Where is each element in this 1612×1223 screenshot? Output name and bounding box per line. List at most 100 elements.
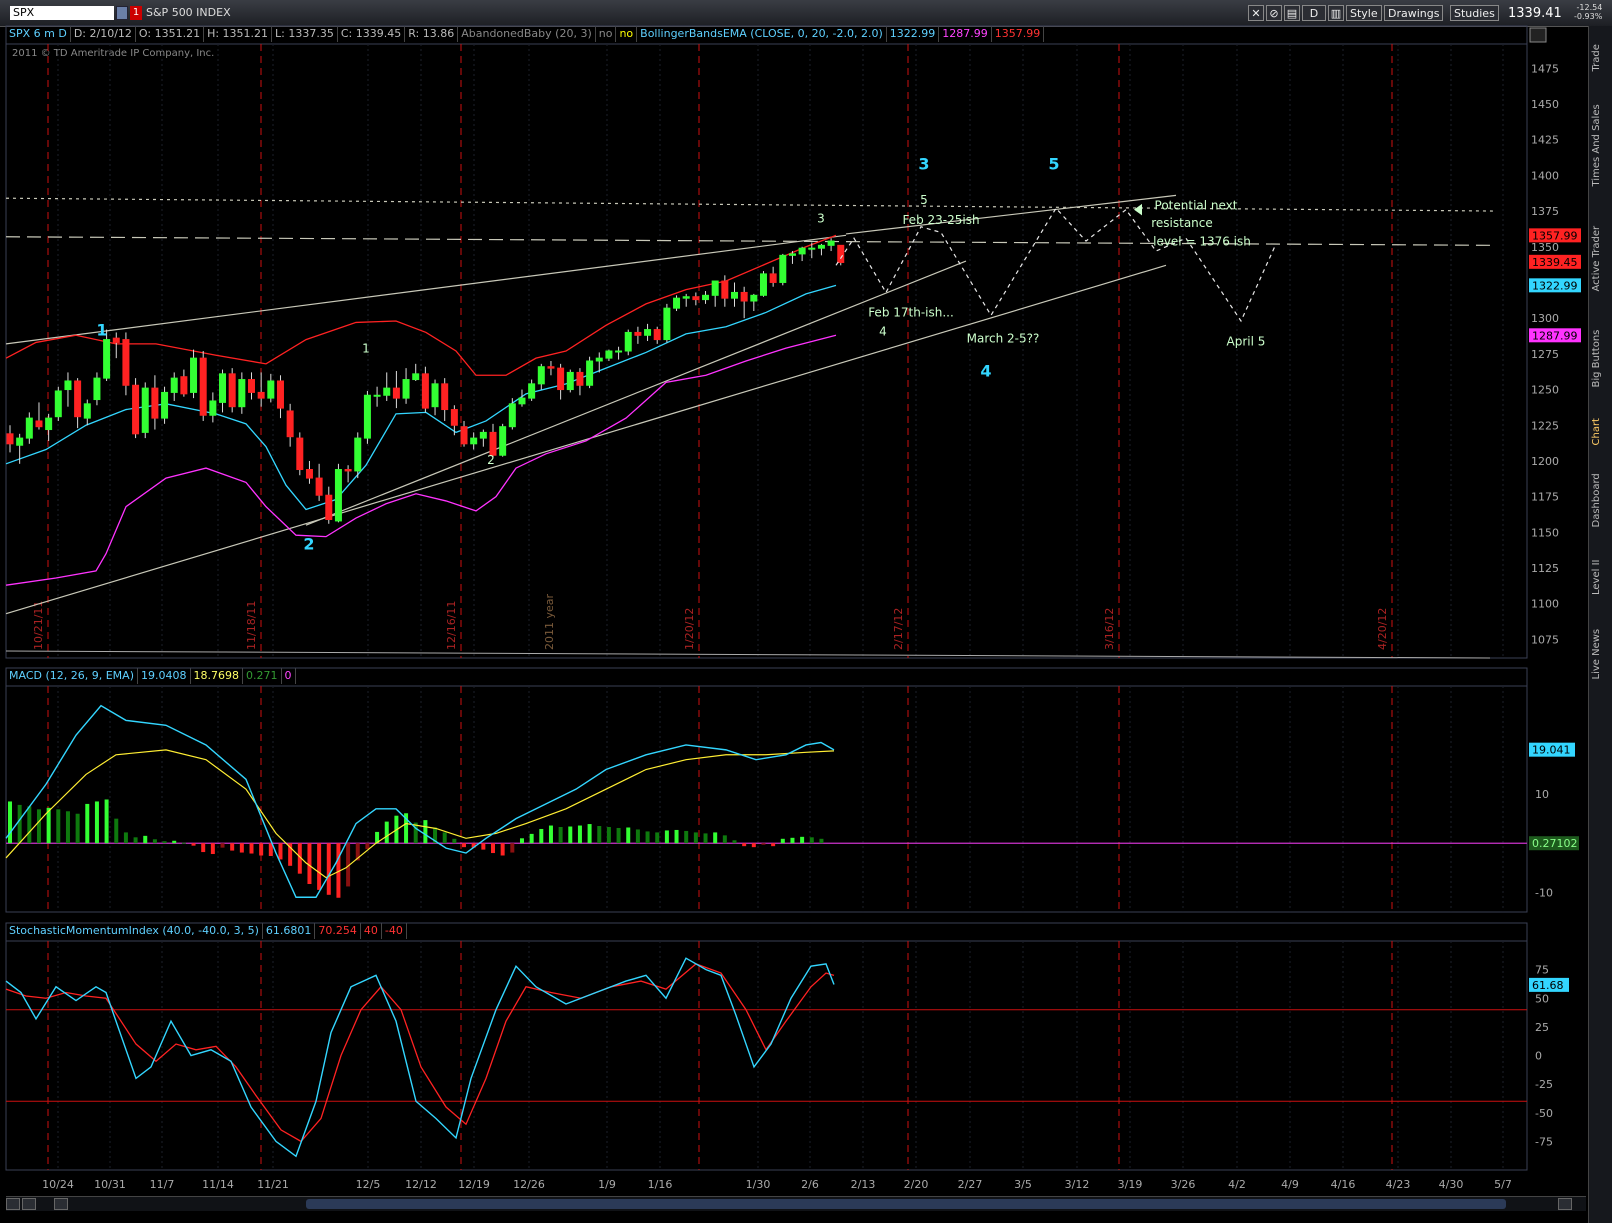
- smi-tick-label: -25: [1535, 1078, 1553, 1091]
- candle-body: [798, 247, 806, 255]
- macd-histogram-bar: [172, 840, 177, 844]
- date-tick-label: 4/9: [1281, 1178, 1299, 1191]
- candle-body: [112, 337, 120, 343]
- price-label-text: 1357.99: [1532, 229, 1578, 242]
- candle-body: [209, 400, 217, 416]
- trendline: [5, 236, 1497, 246]
- candle: [354, 432, 362, 479]
- candle: [228, 368, 236, 413]
- sidebar-tab-level-ii[interactable]: Level II: [1591, 543, 1611, 611]
- candle-body: [518, 397, 526, 405]
- candle-body: [315, 477, 323, 496]
- candle: [373, 386, 381, 407]
- macd-histogram-bar: [568, 826, 573, 844]
- candle-body: [141, 387, 149, 433]
- sidebar-tab-live-news[interactable]: Live News: [1591, 617, 1611, 692]
- date-tick-label: 12/5: [356, 1178, 381, 1191]
- month-marker-label: 12/16/11: [445, 601, 458, 650]
- scrollbar-thumb[interactable]: [306, 1199, 1506, 1209]
- candle: [566, 369, 574, 393]
- month-marker-label: 3/16/12: [1103, 608, 1116, 650]
- macd-histogram-bar: [133, 837, 138, 844]
- macd-histogram-bar: [616, 827, 621, 844]
- candle: [547, 360, 555, 376]
- wave-annotation: 4: [879, 324, 887, 338]
- candle: [238, 372, 246, 414]
- candle: [653, 326, 661, 344]
- macd-histogram-bar: [529, 833, 534, 844]
- macd-hist-text: 0.27102: [1532, 837, 1578, 850]
- macd-histogram-bar: [36, 809, 41, 844]
- price-tick-label: 1175: [1531, 491, 1559, 504]
- wave-annotation: March 2-5??: [967, 331, 1040, 345]
- candle: [817, 243, 825, 256]
- expand-chart-icon: [1529, 27, 1547, 43]
- candle: [711, 280, 719, 307]
- zoom-in-icon[interactable]: [22, 1198, 36, 1210]
- trendline: [845, 194, 1177, 235]
- macd-histogram-bar: [693, 832, 698, 844]
- arrow-icon: [1134, 203, 1142, 216]
- candle: [383, 372, 391, 401]
- scroll-right-icon[interactable]: [1558, 1198, 1572, 1210]
- price-tick-label: 1200: [1531, 455, 1559, 468]
- wave-annotation: resistance: [1151, 216, 1213, 230]
- candle-body: [103, 339, 111, 379]
- macd-histogram-bar: [626, 827, 631, 844]
- macd-histogram-bar: [181, 842, 186, 844]
- macd-histogram-bar: [210, 843, 215, 855]
- candle-body: [750, 294, 758, 302]
- smi-value-text: 61.68: [1532, 979, 1564, 992]
- candle-body: [788, 253, 796, 256]
- macd-histogram-bar: [500, 843, 505, 856]
- date-tick-label: 2/6: [801, 1178, 819, 1191]
- candle: [644, 323, 652, 342]
- month-marker-label: 10/21/11: [32, 601, 45, 650]
- zoom-out-icon[interactable]: [6, 1198, 20, 1210]
- candle-body: [450, 409, 458, 426]
- sidebar-tab-times-and-sales[interactable]: Times And Sales: [1591, 89, 1611, 203]
- macd-histogram-bar: [655, 832, 660, 844]
- wave-annotation: April 5: [1227, 334, 1266, 348]
- sidebar-tab-active-trader[interactable]: Active Trader: [1591, 208, 1611, 309]
- macd-histogram-bar: [239, 843, 244, 853]
- candle-body: [412, 373, 420, 381]
- sidebar-tab-big-buttons[interactable]: Big Buttons: [1591, 315, 1611, 403]
- candle: [740, 286, 748, 319]
- macd-histogram-bar: [491, 843, 495, 854]
- candle: [112, 332, 120, 359]
- sidebar-tab-trade[interactable]: Trade: [1591, 34, 1611, 83]
- sidebar-tab-chart[interactable]: Chart: [1591, 408, 1611, 457]
- candle-body: [615, 350, 623, 353]
- candle-body: [276, 380, 284, 409]
- candle: [479, 429, 487, 447]
- macd-histogram-bar: [597, 826, 602, 844]
- candle-body: [663, 307, 671, 341]
- candle: [624, 329, 632, 356]
- date-tick-label: 2/20: [904, 1178, 929, 1191]
- sidebar-tab-dashboard[interactable]: Dashboard: [1591, 463, 1611, 538]
- candle-body: [248, 379, 255, 393]
- date-tick-label: 4/16: [1331, 1178, 1356, 1191]
- fit-icon[interactable]: [54, 1198, 68, 1210]
- candle-body: [499, 426, 507, 456]
- candle-body: [383, 387, 391, 396]
- panel-frame: [5, 922, 1528, 1171]
- chart-canvas[interactable]: 10/21/11 11/18/11 12/16/11 2011 year 1/20/12…: [0, 0, 1588, 1196]
- candle-body: [35, 420, 43, 428]
- candle: [315, 463, 323, 501]
- wave-annotation: 3: [817, 211, 825, 225]
- candle-body: [305, 469, 313, 479]
- macd-histogram-bar: [191, 843, 196, 846]
- candle: [779, 253, 787, 286]
- candle-body: [161, 391, 169, 419]
- candle-body: [25, 417, 33, 439]
- price-tick-label: 1425: [1531, 134, 1559, 147]
- macd-histogram-bar: [462, 843, 467, 848]
- time-scrollbar[interactable]: [6, 1196, 1586, 1211]
- date-tick-label: 5/7: [1494, 1178, 1512, 1191]
- candle-body: [402, 379, 410, 399]
- candle: [180, 369, 188, 397]
- candle-body: [199, 357, 207, 416]
- price-label-text: 1322.99: [1532, 279, 1578, 292]
